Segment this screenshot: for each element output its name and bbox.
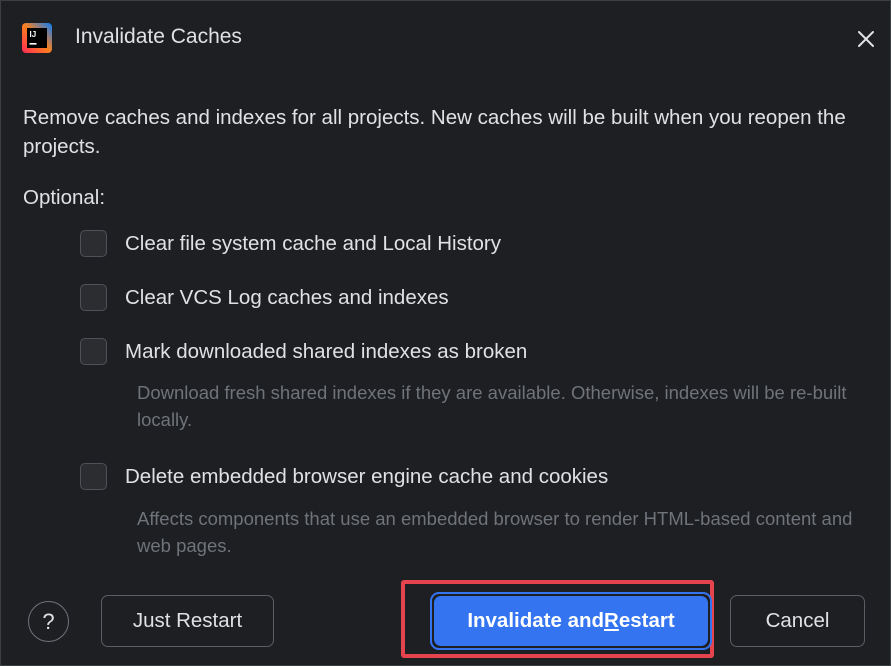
svg-text:IJ: IJ: [30, 30, 37, 39]
checkbox[interactable]: [80, 338, 107, 365]
option-clear-vcs-log-caches[interactable]: Clear VCS Log caches and indexes: [80, 284, 449, 311]
checkbox[interactable]: [80, 463, 107, 490]
close-icon[interactable]: [854, 27, 878, 51]
option-label: Delete embedded browser engine cache and…: [125, 464, 609, 488]
invalidate-and-restart-button[interactable]: Invalidate and Restart: [434, 596, 708, 646]
help-icon: ?: [42, 608, 55, 634]
dialog-description: Remove caches and indexes for all projec…: [23, 106, 846, 158]
just-restart-button[interactable]: Just Restart: [101, 595, 274, 647]
option-label: Mark downloaded shared indexes as broken: [125, 339, 528, 363]
dialog-titlebar: IJ Invalidate Caches: [1, 1, 890, 75]
option-delete-browser-cache[interactable]: Delete embedded browser engine cache and…: [80, 463, 608, 490]
cancel-button[interactable]: Cancel: [730, 595, 865, 647]
option-clear-file-system-cache[interactable]: Clear file system cache and Local Histor…: [80, 230, 501, 257]
intellij-idea-icon: IJ: [22, 23, 52, 53]
button-label-part: Invalidate and: [467, 609, 605, 632]
option-label: Clear file system cache and Local Histor…: [125, 231, 501, 255]
browser-cache-hint: Affects components that use an embedded …: [137, 508, 853, 556]
invalidate-caches-dialog: IJ Invalidate Caches Remove caches and i…: [0, 0, 891, 666]
help-button[interactable]: ?: [28, 601, 69, 642]
checkbox[interactable]: [80, 284, 107, 311]
optional-label: Optional:: [23, 186, 106, 209]
dialog-title: Invalidate Caches: [75, 25, 242, 48]
option-mark-shared-indexes-broken[interactable]: Mark downloaded shared indexes as broken: [80, 338, 527, 365]
button-label-part: estart: [618, 609, 675, 632]
mnemonic-letter: R: [604, 609, 619, 632]
checkbox[interactable]: [80, 230, 107, 257]
option-label: Clear VCS Log caches and indexes: [125, 285, 449, 309]
shared-indexes-hint: Download fresh shared indexes if they ar…: [137, 382, 847, 430]
